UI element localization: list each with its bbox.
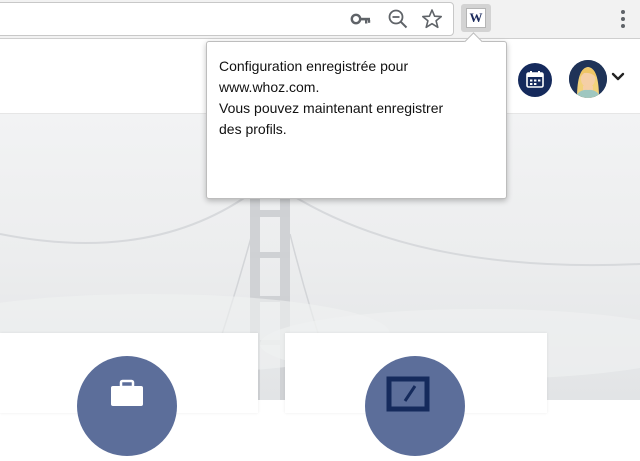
key-icon[interactable] — [350, 8, 372, 30]
briefcase-circle — [77, 356, 177, 456]
whoz-extension-icon: W — [466, 8, 486, 28]
edit-circle — [365, 356, 465, 456]
popup-line: Configuration enregistrée pour — [219, 58, 409, 74]
bookmark-star-icon[interactable] — [421, 8, 443, 30]
extension-popup: Configuration enregistrée pour www.whoz.… — [206, 32, 507, 199]
popup-line: des profils. — [219, 121, 287, 137]
edit-icon — [386, 376, 430, 412]
card-left[interactable] — [0, 333, 258, 456]
popup-line: Vous pouvez maintenant enregistrer — [219, 100, 444, 116]
calendar-button[interactable] — [518, 63, 552, 97]
user-avatar-image — [569, 60, 607, 98]
browser-toolbar: W — [0, 0, 640, 39]
popup-message: Configuration enregistrée pour www.whoz.… — [219, 56, 499, 140]
calendar-icon — [526, 71, 544, 88]
popup-line: www.whoz.com. — [219, 79, 320, 95]
address-bar[interactable] — [0, 2, 454, 36]
card-right[interactable] — [285, 333, 547, 456]
browser-menu-icon[interactable] — [620, 9, 626, 29]
avatar[interactable] — [569, 60, 607, 98]
briefcase-icon — [111, 379, 143, 406]
zoom-out-icon[interactable] — [387, 8, 409, 30]
chevron-down-icon[interactable] — [611, 72, 625, 82]
whoz-extension-button[interactable]: W — [461, 4, 491, 32]
